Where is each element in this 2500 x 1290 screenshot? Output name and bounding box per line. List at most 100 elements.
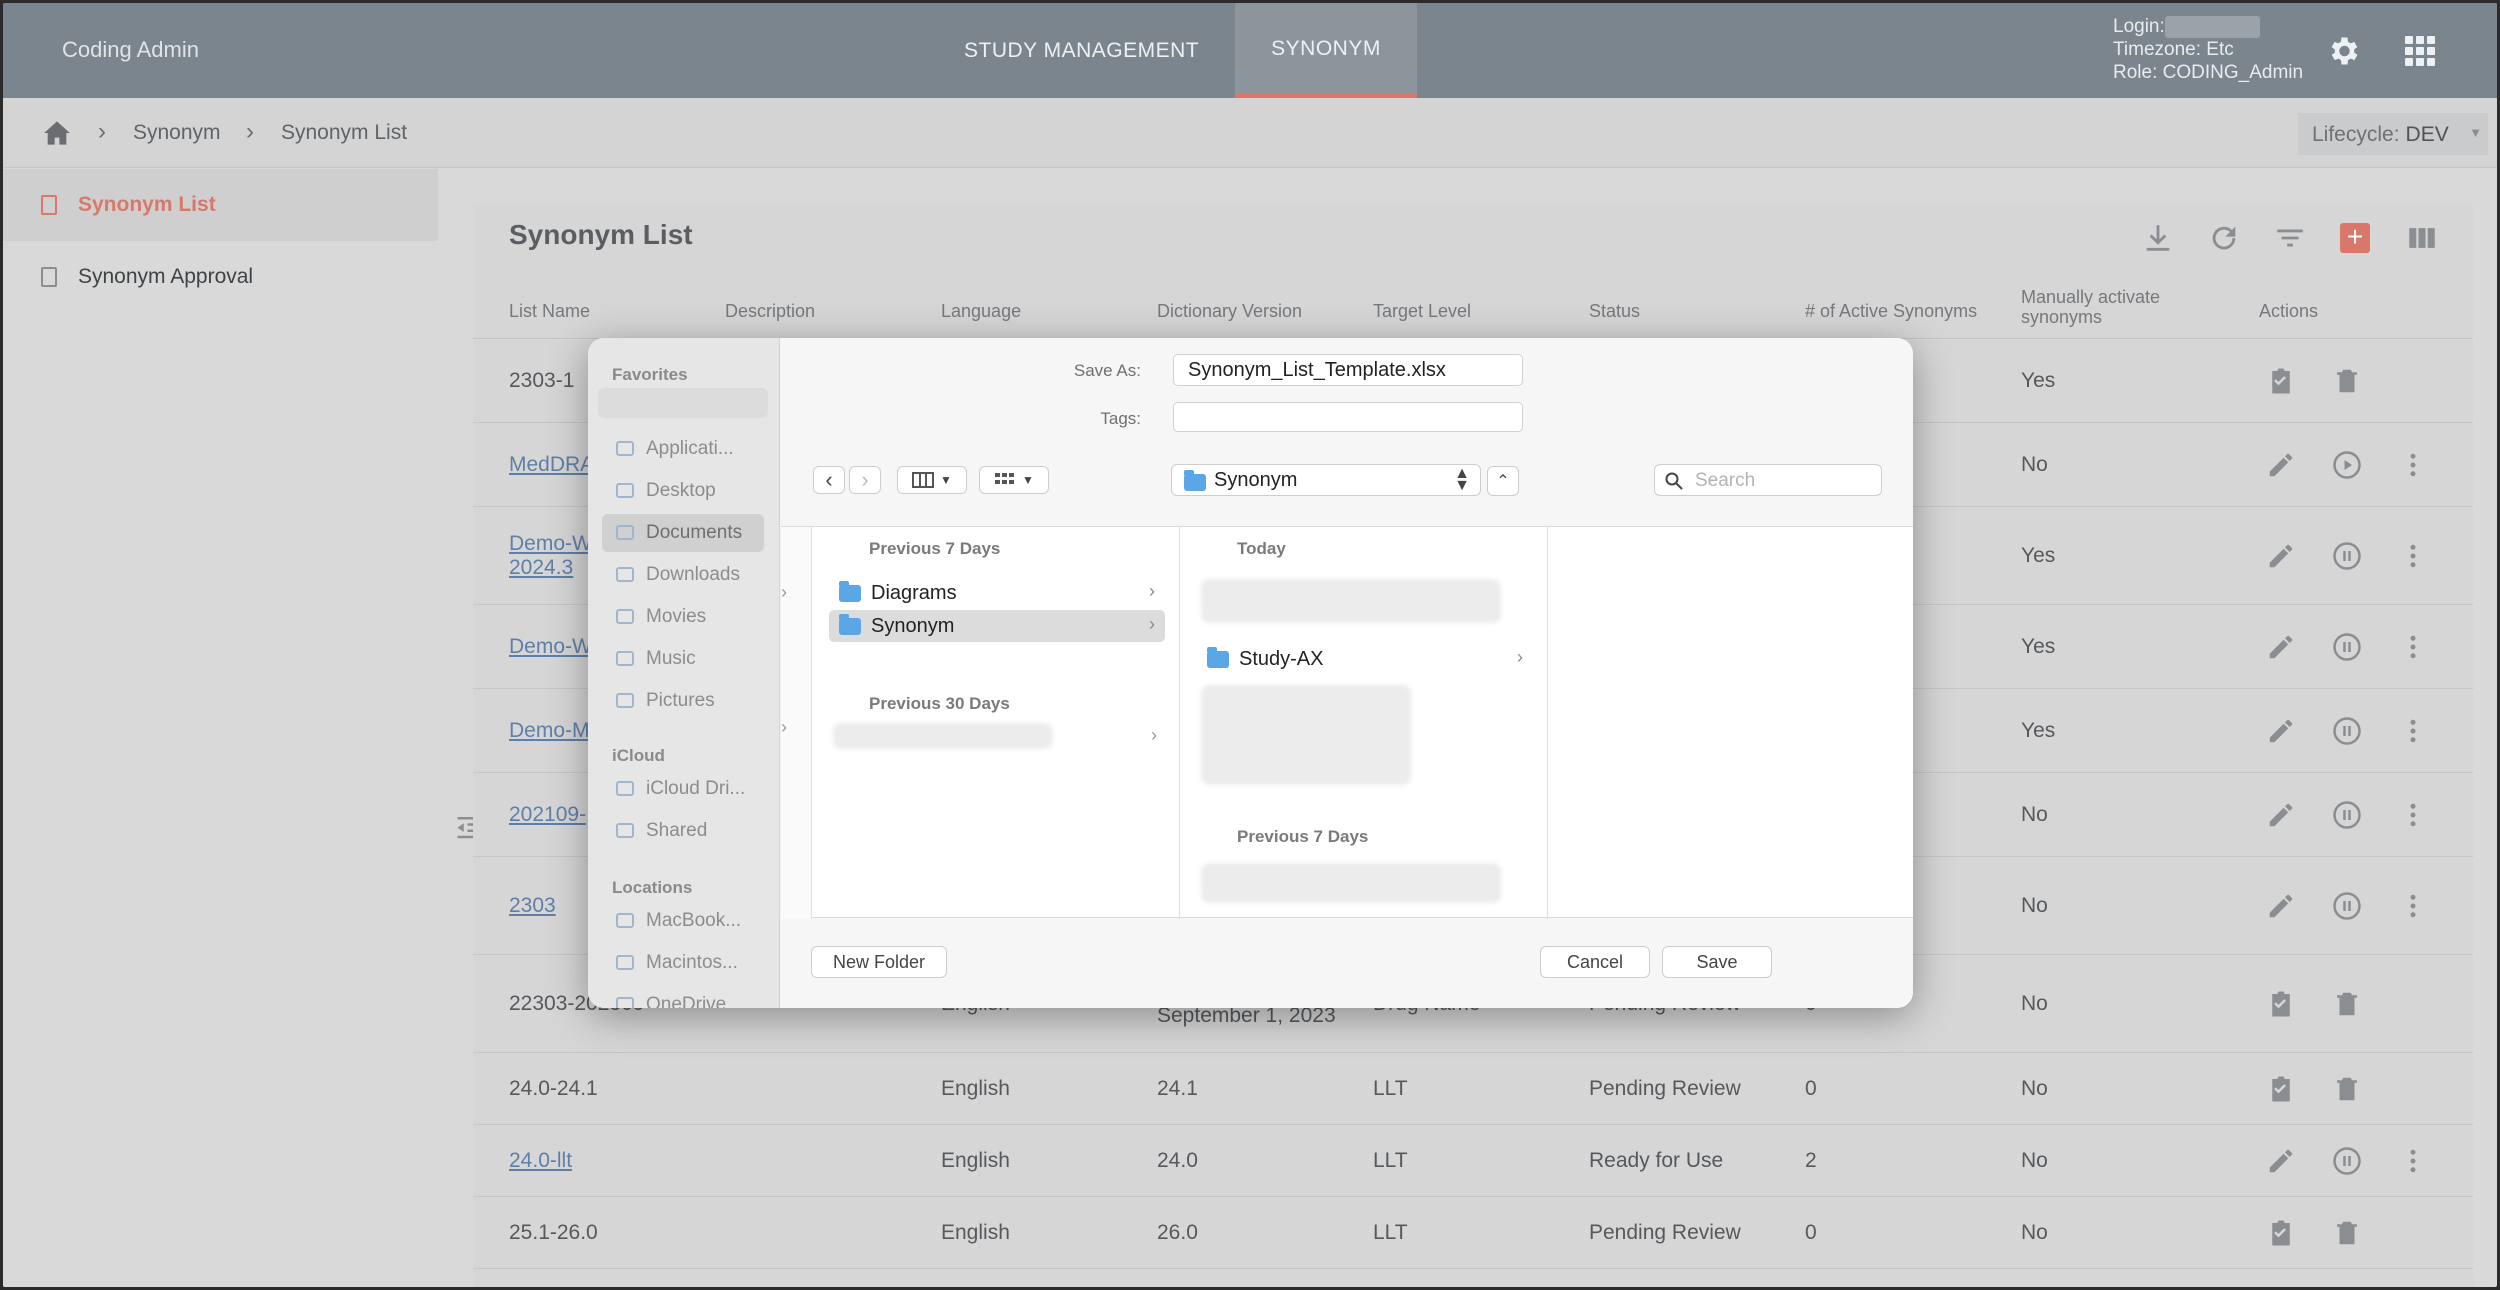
dialog-sidebar-item[interactable]: OneDrive [602,986,764,1008]
file-browser: › › Previous 7 Days Diagrams › Synonym › [781,526,1913,919]
locations-header: Locations [612,878,693,897]
play-icon[interactable] [2332,450,2362,480]
table-row[interactable]: 24.0-llt English 24.0 LLT Ready for Use 2 No [473,1125,2473,1197]
expand-collapse-button[interactable]: ⌃ [1487,466,1519,496]
dialog-sidebar-item[interactable]: iCloud Dri... [602,770,764,808]
cell-name[interactable]: Demo-W [509,532,592,556]
table-row[interactable]: 24.0-24.1 English 24.1 LLT Pending Review 0 No [473,1053,2473,1125]
cell-name[interactable]: 2303 [509,894,556,918]
cell-name[interactable]: Demo-M [509,719,590,743]
cell-name[interactable]: 202109- [509,803,586,827]
dialog-sidebar-item[interactable]: Shared [602,812,764,850]
sidebar-location-icon [616,441,634,456]
folder-synonym[interactable]: Synonym › [829,610,1165,642]
sidebar-item-synonym-list[interactable]: Synonym List [3,169,438,241]
cell-name[interactable]: 24.0-llt [509,1149,572,1173]
col-status[interactable]: Status [1589,301,1640,321]
pause-icon[interactable] [2332,800,2362,830]
breadcrumb-synonym[interactable]: Synonym [133,121,221,145]
trash-icon[interactable] [2332,989,2362,1019]
trash-icon[interactable] [2332,1218,2362,1248]
more-vertical-icon[interactable] [2398,1146,2428,1176]
download-icon[interactable] [2141,221,2175,255]
col-dictionary-version[interactable]: Dictionary Version [1157,301,1302,321]
col-target-level[interactable]: Target Level [1373,301,1471,321]
col-language[interactable]: Language [941,301,1021,321]
dialog-sidebar-item[interactable]: Pictures [602,682,764,720]
dialog-sidebar-item[interactable]: Downloads [602,556,764,594]
lifecycle-select[interactable]: Lifecycle: DEV ▼ [2298,113,2488,155]
pause-icon[interactable] [2332,891,2362,921]
pencil-icon[interactable] [2266,716,2296,746]
refresh-icon[interactable] [2207,221,2241,255]
nav-tab-study-management[interactable]: STUDY MANAGEMENT [928,3,1235,98]
group-by-button[interactable]: ▼ [979,466,1049,494]
columns-icon[interactable] [2405,221,2439,255]
location-select[interactable]: Synonym ▲ ▼ [1171,464,1481,496]
folder-label: Study-AX [1239,647,1324,670]
cell-manual: No [2021,1221,2048,1244]
dialog-sidebar-item[interactable]: Music [602,640,764,678]
forward-button[interactable]: › [849,466,881,494]
pencil-icon[interactable] [2266,1146,2296,1176]
folder-study-ax[interactable]: Study-AX › [1197,643,1533,675]
more-vertical-icon[interactable] [2398,891,2428,921]
pause-icon[interactable] [2332,541,2362,571]
approve-icon[interactable] [2266,1074,2296,1104]
save-as-input[interactable]: Synonym_List_Template.xlsx [1173,354,1523,386]
more-vertical-icon[interactable] [2398,450,2428,480]
col-active-synonyms[interactable]: # of Active Synonyms [1805,301,1977,321]
dialog-sidebar-item[interactable]: Documents [602,514,764,552]
apps-grid-icon[interactable] [2405,36,2435,66]
trash-icon[interactable] [2332,366,2362,396]
gear-icon[interactable] [2325,33,2361,69]
back-button[interactable]: ‹ [813,466,845,494]
chevron-down-icon: ▼ [940,473,952,487]
view-columns-button[interactable]: ▼ [897,466,967,494]
dialog-sidebar-item[interactable]: MacBook... [602,902,764,940]
search-input[interactable]: Search [1654,464,1882,496]
dialog-sidebar-item[interactable]: Desktop [602,472,764,510]
pencil-icon[interactable] [2266,450,2296,480]
cell-active: 2 [1805,1149,1817,1172]
nav-tab-synonym[interactable]: SYNONYM [1235,3,1417,98]
cell-name-line2[interactable]: 2024.3 [509,556,573,580]
pencil-icon[interactable] [2266,632,2296,662]
pause-icon[interactable] [2332,1146,2362,1176]
col-list-name[interactable]: List Name [509,301,590,321]
home-icon[interactable] [43,120,71,146]
cancel-button[interactable]: Cancel [1540,946,1650,978]
pencil-icon[interactable] [2266,800,2296,830]
dialog-sidebar-item[interactable]: Movies [602,598,764,636]
cell-name[interactable]: Demo-W [509,635,592,659]
redacted-folder [833,723,1053,749]
sidebar-item-synonym-approval[interactable]: Synonym Approval [3,241,438,313]
more-vertical-icon[interactable] [2398,632,2428,662]
more-vertical-icon[interactable] [2398,800,2428,830]
approve-icon[interactable] [2266,1218,2296,1248]
col-manually-activate[interactable]: Manually activate synonyms [2021,287,2191,327]
pause-icon[interactable] [2332,632,2362,662]
add-list-button[interactable]: + [2340,223,2370,253]
dialog-sidebar-item[interactable]: Applicati... [602,430,764,468]
table-row[interactable]: 25.1-26.0 English 26.0 LLT Pending Review 0 No [473,1197,2473,1269]
filter-icon[interactable] [2273,221,2307,255]
pencil-icon[interactable] [2266,541,2296,571]
new-folder-button[interactable]: New Folder [811,946,947,978]
cell-target: LLT [1373,1221,1408,1244]
approve-icon[interactable] [2266,989,2296,1019]
pencil-icon[interactable] [2266,891,2296,921]
app-brand[interactable]: Coding Admin [62,37,199,63]
cell-name[interactable]: MedDRA [509,453,594,477]
col-description[interactable]: Description [725,301,815,321]
more-vertical-icon[interactable] [2398,541,2428,571]
folder-diagrams[interactable]: Diagrams › [829,577,1165,609]
tags-input[interactable] [1173,402,1523,432]
save-button[interactable]: Save [1662,946,1772,978]
more-vertical-icon[interactable] [2398,716,2428,746]
trash-icon[interactable] [2332,1074,2362,1104]
approve-icon[interactable] [2266,366,2296,396]
pause-icon[interactable] [2332,716,2362,746]
browser-column-parent[interactable]: › › [781,527,812,919]
dialog-sidebar-item[interactable]: Macintos... [602,944,764,982]
